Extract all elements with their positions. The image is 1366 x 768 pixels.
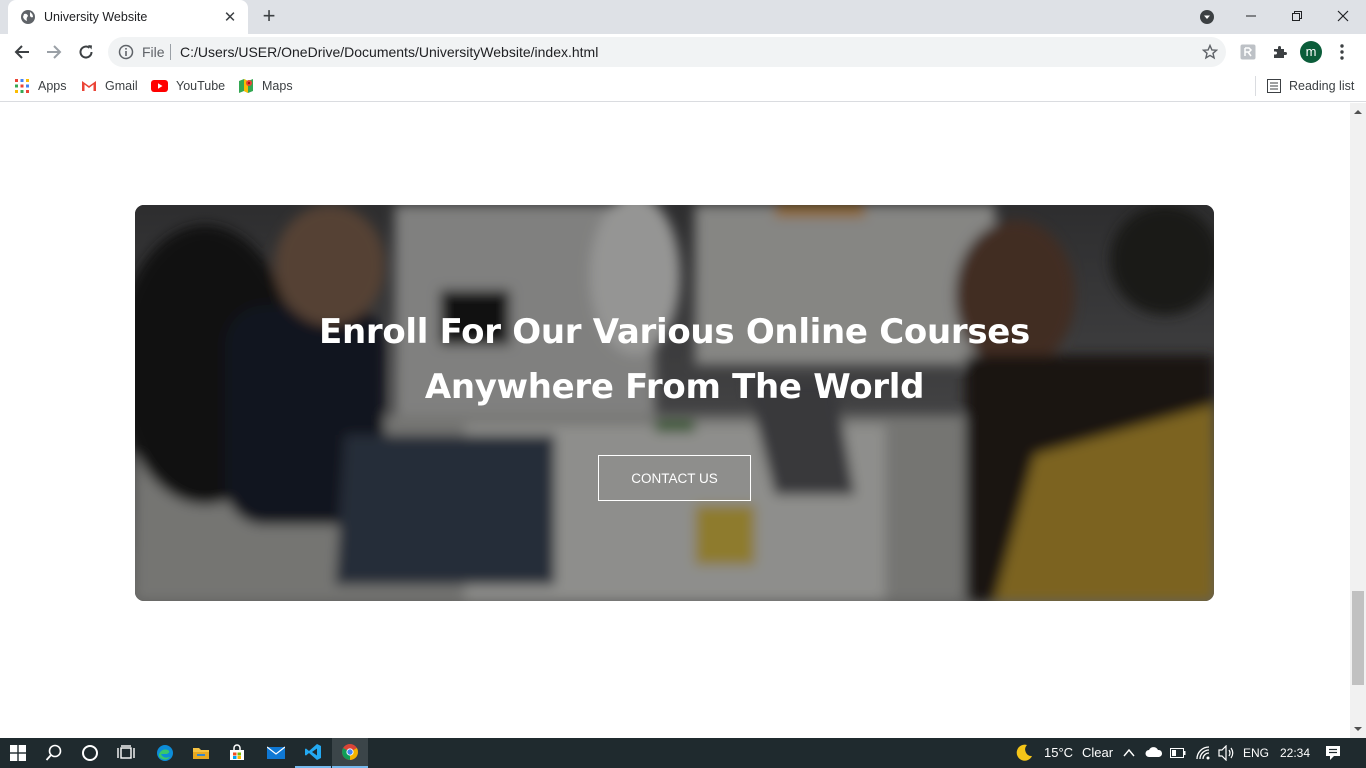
reading-list-label: Reading list bbox=[1289, 79, 1355, 93]
bookmarks-divider bbox=[1255, 76, 1256, 96]
apps-grid-icon bbox=[15, 79, 29, 93]
task-view-icon bbox=[117, 745, 135, 759]
extension-button[interactable] bbox=[1239, 43, 1257, 61]
address-bar[interactable]: File C:/Users/USER/OneDrive/Documents/Un… bbox=[108, 37, 1226, 67]
bookmark-label: Apps bbox=[38, 79, 67, 93]
page-viewport: Enroll For Our Various Online Courses An… bbox=[0, 103, 1350, 738]
mail-icon bbox=[267, 746, 285, 759]
back-button[interactable] bbox=[10, 40, 34, 64]
windows-taskbar: 15°C Clear ENG 22:34 bbox=[0, 738, 1366, 768]
chrome-taskbar-button[interactable] bbox=[332, 738, 368, 768]
edge-taskbar-button[interactable] bbox=[147, 738, 183, 768]
chevron-up-icon[interactable] bbox=[1123, 748, 1135, 758]
info-icon[interactable] bbox=[118, 44, 134, 60]
close-window-button[interactable] bbox=[1320, 0, 1366, 32]
wifi-icon[interactable] bbox=[1195, 745, 1211, 761]
puzzle-icon bbox=[1274, 46, 1287, 58]
tab-strip: University Website ✕ + bbox=[0, 0, 1366, 34]
tab-search-icon[interactable] bbox=[1199, 9, 1215, 25]
bookmark-gmail[interactable]: Gmail bbox=[81, 76, 138, 96]
file-explorer-taskbar-button[interactable] bbox=[183, 738, 219, 768]
scroll-up-arrow-icon[interactable] bbox=[1354, 108, 1362, 116]
scroll-down-arrow-icon[interactable] bbox=[1354, 725, 1362, 733]
battery-icon[interactable] bbox=[1170, 747, 1186, 759]
cortana-button[interactable] bbox=[72, 738, 108, 768]
language-indicator[interactable]: ENG bbox=[1243, 746, 1269, 760]
store-bag-icon bbox=[230, 744, 244, 760]
globe-icon bbox=[21, 10, 35, 24]
onedrive-cloud-icon[interactable] bbox=[1145, 746, 1163, 758]
cortana-circle-icon bbox=[82, 745, 98, 761]
mail-taskbar-button[interactable] bbox=[258, 738, 294, 768]
gmail-icon bbox=[82, 81, 96, 91]
minimize-icon bbox=[1246, 15, 1256, 17]
youtube-icon bbox=[151, 80, 168, 92]
bookmark-apps[interactable]: Apps bbox=[14, 76, 67, 96]
reading-list-icon bbox=[1267, 79, 1281, 93]
start-button[interactable] bbox=[0, 738, 36, 768]
bookmarks-bar: Apps Gmail YouTube Maps Reading list bbox=[0, 70, 1366, 102]
scrollbar-thumb[interactable] bbox=[1352, 591, 1364, 685]
new-tab-button[interactable]: + bbox=[258, 5, 280, 28]
banner-heading: Enroll For Our Various Online Courses An… bbox=[135, 305, 1214, 415]
notification-icon[interactable] bbox=[1325, 745, 1341, 761]
reload-icon bbox=[79, 45, 93, 59]
bookmark-youtube[interactable]: YouTube bbox=[151, 76, 225, 96]
browser-toolbar: File C:/Users/USER/OneDrive/Documents/Un… bbox=[0, 34, 1366, 70]
moon-weather-icon[interactable] bbox=[1015, 744, 1033, 762]
close-icon bbox=[1337, 10, 1349, 22]
profile-avatar[interactable]: m bbox=[1300, 41, 1322, 63]
extensions-button[interactable] bbox=[1271, 43, 1289, 61]
restore-icon bbox=[1292, 11, 1302, 21]
address-divider bbox=[170, 44, 171, 60]
search-icon bbox=[45, 744, 62, 761]
address-url[interactable]: C:/Users/USER/OneDrive/Documents/Univers… bbox=[180, 44, 598, 60]
contact-us-button[interactable]: CONTACT US bbox=[598, 455, 751, 501]
arrow-right-icon bbox=[47, 45, 62, 59]
minimize-button[interactable] bbox=[1228, 0, 1274, 32]
bookmark-label: Gmail bbox=[105, 79, 138, 93]
more-vert-icon[interactable] bbox=[1336, 42, 1348, 62]
forward-button[interactable] bbox=[42, 40, 66, 64]
bookmark-maps[interactable]: Maps bbox=[238, 76, 293, 96]
browser-tab[interactable]: University Website ✕ bbox=[8, 0, 248, 34]
clock-time[interactable]: 22:34 bbox=[1280, 746, 1310, 760]
vscode-taskbar-button[interactable] bbox=[295, 738, 331, 768]
address-scheme: File bbox=[142, 44, 165, 60]
chrome-icon bbox=[342, 744, 358, 760]
bookmark-label: Maps bbox=[262, 79, 293, 93]
enroll-banner: Enroll For Our Various Online Courses An… bbox=[135, 205, 1214, 601]
store-taskbar-button[interactable] bbox=[219, 738, 255, 768]
weather-temperature[interactable]: 15°C bbox=[1044, 745, 1073, 760]
reading-list-button[interactable]: Reading list bbox=[1267, 76, 1354, 96]
speaker-icon[interactable] bbox=[1218, 745, 1236, 761]
windows-logo-icon bbox=[10, 745, 26, 761]
weather-condition[interactable]: Clear bbox=[1082, 745, 1113, 760]
folder-icon bbox=[193, 748, 209, 759]
vscode-icon bbox=[305, 744, 321, 760]
tab-title: University Website bbox=[44, 10, 148, 24]
banner-heading-line-2: Anywhere From The World bbox=[424, 367, 925, 407]
vertical-scrollbar[interactable] bbox=[1350, 103, 1366, 738]
extension-badge-icon bbox=[1240, 44, 1256, 60]
reload-button[interactable] bbox=[74, 40, 98, 64]
close-tab-icon[interactable]: ✕ bbox=[222, 9, 238, 26]
maps-icon bbox=[239, 79, 253, 93]
banner-heading-line-1: Enroll For Our Various Online Courses bbox=[319, 312, 1030, 352]
edge-icon bbox=[157, 745, 173, 761]
task-view-button[interactable] bbox=[108, 738, 144, 768]
bookmark-label: YouTube bbox=[176, 79, 226, 93]
bookmark-star-icon[interactable] bbox=[1202, 44, 1218, 60]
search-button[interactable] bbox=[36, 738, 72, 768]
restore-button[interactable] bbox=[1274, 0, 1320, 32]
arrow-left-icon bbox=[14, 45, 29, 59]
